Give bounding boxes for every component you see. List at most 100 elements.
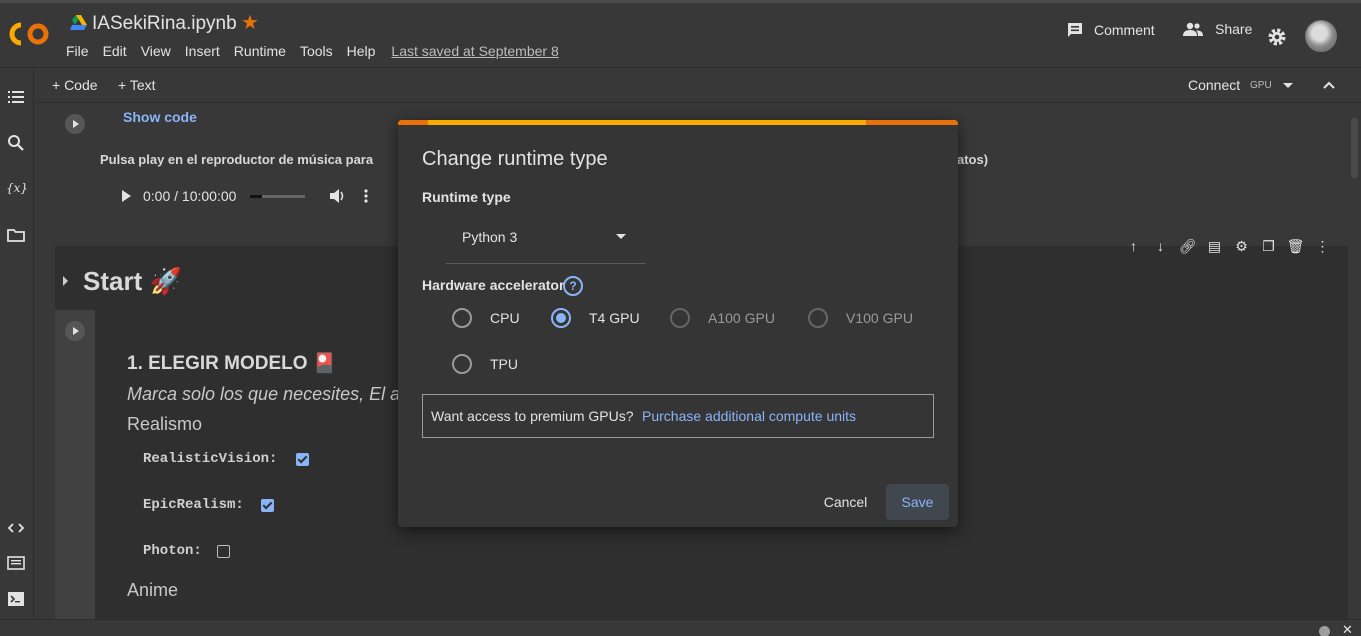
change-runtime-dialog: Change runtime type Runtime type Python …	[398, 120, 958, 527]
add-code-button[interactable]: + Code	[52, 77, 98, 93]
menu-help[interactable]: Help	[347, 43, 376, 59]
add-text-button[interactable]: + Text	[118, 77, 156, 93]
more-options-icon[interactable]: ⋮	[1309, 238, 1336, 255]
show-code-link[interactable]: Show code	[123, 109, 197, 125]
terminal-icon[interactable]	[6, 589, 26, 609]
radio-button-selected[interactable]	[551, 308, 571, 328]
help-icon[interactable]: ?	[563, 276, 583, 296]
notebook-toolbar: + Code + Text Connect GPU	[35, 69, 1361, 103]
music-instructions-tail: atos)	[957, 152, 989, 167]
gpu-label: GPU	[1250, 80, 1272, 91]
close-icon[interactable]: ✕	[1342, 622, 1353, 636]
menu-insert[interactable]: Insert	[185, 43, 220, 59]
link-icon[interactable]: 🔗︎	[1174, 238, 1201, 255]
more-options-icon[interactable]	[363, 188, 369, 204]
radio-button-disabled	[670, 308, 690, 328]
delete-icon[interactable]: 🗑︎	[1282, 238, 1309, 255]
last-saved-link[interactable]: Last saved at September 8	[391, 43, 558, 59]
folder-icon[interactable]	[6, 225, 26, 245]
user-avatar[interactable]	[1305, 20, 1337, 52]
accelerator-option-tpu[interactable]: TPU	[452, 354, 518, 374]
notebook-title[interactable]: IASekiRina.ipynb	[92, 13, 237, 35]
code-snippets-icon[interactable]	[6, 518, 26, 538]
dropdown-caret-icon	[616, 234, 626, 239]
left-sidebar: {x}	[0, 69, 34, 619]
dialog-accent-bar	[398, 120, 958, 125]
model-description: Marca solo los que necesites, El alma	[127, 384, 430, 404]
cell-toolbar: ↑ ↓ 🔗︎ ▤ ⚙ ❐ 🗑︎ ⋮	[1120, 234, 1336, 258]
app-header: IASekiRina.ipynb ★ File Edit View Insert…	[0, 3, 1361, 68]
drive-icon[interactable]	[70, 15, 87, 30]
accelerator-label: TPU	[490, 356, 518, 372]
collapse-caret-icon[interactable]	[63, 276, 68, 286]
mirror-cell-icon[interactable]: ❐	[1255, 238, 1282, 255]
section-title: Start 🚀	[83, 266, 182, 296]
colab-logo[interactable]	[8, 20, 52, 48]
runtime-type-label: Runtime type	[422, 189, 511, 205]
accelerator-option-v100-gpu: V100 GPU	[808, 308, 913, 328]
runtime-type-select[interactable]: Python 3	[446, 218, 646, 264]
model-heading: 1. ELEGIR MODELO 🎴	[127, 353, 337, 374]
realisticvision-checkbox[interactable]	[296, 453, 309, 466]
accelerator-label: V100 GPU	[846, 310, 913, 326]
premium-gpu-banner: Want access to premium GPUs? Purchase ad…	[422, 394, 934, 438]
move-down-icon[interactable]: ↓	[1147, 238, 1174, 254]
dialog-title: Change runtime type	[422, 148, 608, 170]
run-cell-button[interactable]	[65, 114, 85, 134]
menu-bar: File Edit View Insert Runtime Tools Help…	[66, 43, 573, 59]
accelerator-option-cpu[interactable]: CPU	[452, 308, 520, 328]
radio-button-disabled	[808, 308, 828, 328]
audio-player[interactable]: 0:00 / 10:00:00	[113, 180, 389, 212]
status-bar: ✕	[0, 619, 1361, 636]
run-cell-button[interactable]	[65, 321, 85, 341]
music-instructions-text: Pulsa play en el reproductor de música p…	[100, 152, 374, 167]
audio-progress-bar[interactable]	[250, 194, 306, 198]
move-up-icon[interactable]: ↑	[1120, 238, 1147, 254]
realismo-label: Realismo	[127, 414, 203, 434]
menu-tools[interactable]: Tools	[300, 43, 333, 59]
anime-label: Anime	[127, 580, 179, 600]
cell-gutter	[55, 310, 95, 619]
toc-icon[interactable]	[6, 87, 26, 107]
play-icon[interactable]	[122, 190, 131, 202]
comment-cell-icon[interactable]: ▤	[1201, 238, 1228, 255]
variables-icon[interactable]: {x}	[6, 178, 28, 198]
scrollbar-thumb[interactable]	[1351, 118, 1358, 178]
purchase-compute-link[interactable]: Purchase additional compute units	[642, 408, 856, 424]
share-button[interactable]: Share	[1183, 21, 1252, 37]
comment-button[interactable]: Comment	[1066, 21, 1155, 39]
comment-icon	[1068, 23, 1082, 37]
comment-label: Comment	[1094, 22, 1155, 38]
param-label: EpicRealism:	[143, 497, 244, 513]
accelerator-label: A100 GPU	[708, 310, 775, 326]
volume-icon[interactable]	[329, 188, 347, 204]
cell-settings-icon[interactable]: ⚙	[1228, 238, 1255, 255]
radio-button[interactable]	[452, 354, 472, 374]
runtime-type-value: Python 3	[462, 229, 518, 245]
chevron-up-icon[interactable]	[1322, 78, 1336, 92]
settings-gear-icon[interactable]	[1266, 26, 1288, 48]
radio-button[interactable]	[452, 308, 472, 328]
connect-dropdown-icon[interactable]	[1283, 83, 1293, 88]
star-icon[interactable]: ★	[241, 13, 259, 33]
menu-view[interactable]: View	[141, 43, 171, 59]
accelerator-option-a100-gpu: A100 GPU	[670, 308, 775, 328]
menu-file[interactable]: File	[66, 43, 89, 59]
epicrealism-checkbox[interactable]	[261, 499, 274, 512]
accelerator-option-t4-gpu[interactable]: T4 GPU	[551, 308, 640, 328]
search-icon[interactable]	[6, 133, 26, 153]
people-icon	[1183, 22, 1203, 36]
save-button[interactable]: Save	[886, 484, 949, 520]
connect-button[interactable]: Connect	[1188, 77, 1240, 93]
menu-runtime[interactable]: Runtime	[234, 43, 286, 59]
accelerator-label: CPU	[490, 310, 520, 326]
status-indicator-icon[interactable]	[1319, 626, 1330, 636]
cancel-button[interactable]: Cancel	[814, 484, 877, 520]
audio-time: 0:00 / 10:00:00	[143, 188, 237, 204]
command-palette-icon[interactable]	[6, 553, 26, 573]
photon-checkbox[interactable]	[217, 545, 230, 558]
vertical-scrollbar[interactable]	[1348, 104, 1361, 619]
accelerator-label: T4 GPU	[589, 310, 640, 326]
param-label: Photon:	[143, 543, 202, 559]
menu-edit[interactable]: Edit	[103, 43, 127, 59]
